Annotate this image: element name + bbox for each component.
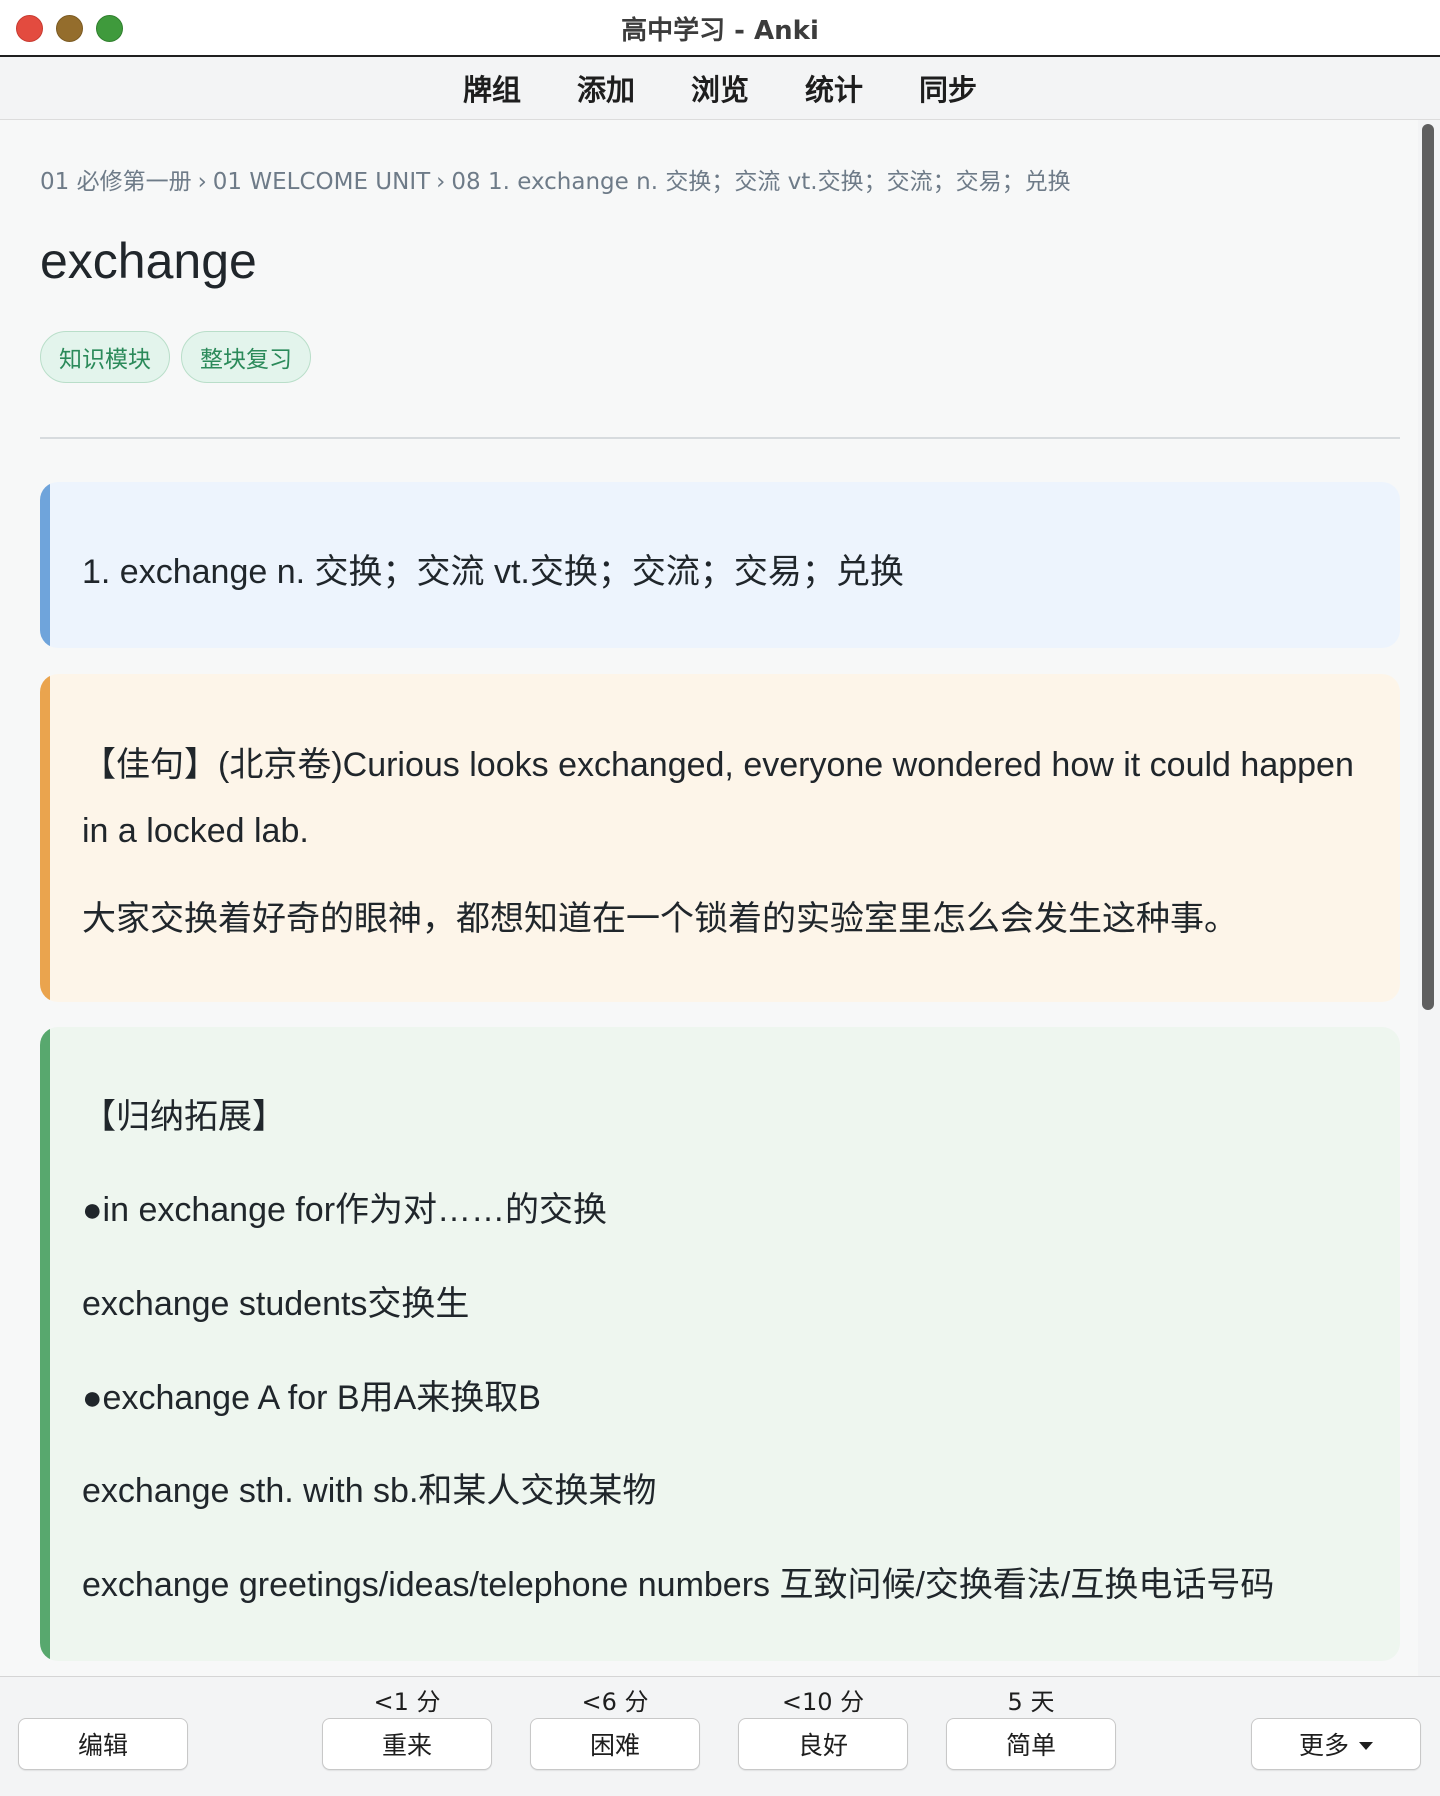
breadcrumb-separator: › — [436, 169, 446, 195]
breadcrumb-unit: 01 WELCOME UNIT — [212, 169, 431, 195]
expansion-item: exchange students交换生 — [82, 1285, 470, 1323]
toolbar-browse[interactable]: 浏览 — [691, 63, 749, 113]
breadcrumb-deck: 01 必修第一册 — [40, 169, 192, 195]
divider — [40, 437, 1400, 439]
example-accent-bar — [40, 674, 50, 1002]
easy-button[interactable]: 简单 — [946, 1718, 1116, 1770]
chevron-down-icon — [1359, 1741, 1373, 1750]
example-card: 【佳句】(北京卷)Curious looks exchanged, everyo… — [40, 674, 1400, 1002]
tag-knowledge-module[interactable]: 知识模块 — [40, 331, 170, 383]
more-button-label: 更多 — [1298, 1731, 1349, 1760]
anki-window: 高中学习 - Anki 牌组 添加 浏览 统计 同步 01 必修第一册 › 01 W… — [0, 0, 1440, 1796]
expansion-card: 【归纳拓展】 ●in exchange for作为对……的交换 exchange… — [40, 1027, 1400, 1661]
example-english: 【佳句】(北京卷)Curious looks exchanged, everyo… — [82, 746, 1354, 850]
title-bar: 高中学习 - Anki — [0, 0, 1440, 57]
tag-block-review[interactable]: 整块复习 — [181, 331, 311, 383]
toolbar-decks[interactable]: 牌组 — [463, 63, 521, 113]
easy-interval: 5 天 — [1007, 1688, 1055, 1716]
window-title: 高中学习 - Anki — [621, 16, 819, 46]
tag-list: 知识模块 整块复习 — [40, 331, 311, 383]
toolbar-add[interactable]: 添加 — [577, 63, 635, 113]
expansion-heading: 【归纳拓展】 — [82, 1098, 286, 1136]
scrollbar-thumb[interactable] — [1422, 124, 1434, 1010]
expansion-item: ●exchange A for B用A来换取B — [82, 1379, 541, 1417]
breadcrumb-separator: › — [197, 169, 207, 195]
expansion-item: ●in exchange for作为对……的交换 — [82, 1191, 608, 1229]
expansion-item: exchange sth. with sb.和某人交换某物 — [82, 1472, 657, 1510]
definition-text: 1. exchange n. 交换；交流 vt.交换；交流；交易；兑换 — [82, 553, 904, 591]
word-heading: exchange — [40, 233, 257, 289]
hard-button[interactable]: 困难 — [530, 1718, 700, 1770]
breadcrumb: 01 必修第一册 › 01 WELCOME UNIT › 08 1. exchange … — [40, 162, 1071, 196]
definition-card: 1. exchange n. 交换；交流 vt.交换；交流；交易；兑换 — [40, 482, 1400, 648]
hard-interval: <6 分 — [581, 1688, 649, 1716]
breadcrumb-note: 08 1. exchange n. 交换；交流 vt.交换；交流；交易；兑换 — [451, 169, 1071, 195]
toolbar-stats[interactable]: 统计 — [805, 63, 863, 113]
good-interval: <10 分 — [781, 1688, 865, 1716]
toolbar-sync[interactable]: 同步 — [919, 63, 977, 113]
example-chinese: 大家交换着好奇的眼神，都想知道在一个锁着的实验室里怎么会发生这种事。 — [82, 900, 1238, 938]
expansion-item: exchange greetings/ideas/telephone numbe… — [82, 1566, 1275, 1604]
definition-accent-bar — [40, 482, 50, 648]
expansion-accent-bar — [40, 1027, 50, 1661]
again-button[interactable]: 重来 — [322, 1718, 492, 1770]
again-interval: <1 分 — [373, 1688, 441, 1716]
good-button[interactable]: 良好 — [738, 1718, 908, 1770]
edit-button[interactable]: 编辑 — [18, 1718, 188, 1770]
more-button[interactable]: 更多 — [1251, 1718, 1421, 1770]
main-toolbar: 牌组 添加 浏览 统计 同步 — [0, 57, 1440, 120]
answer-bar — [0, 1676, 1440, 1796]
